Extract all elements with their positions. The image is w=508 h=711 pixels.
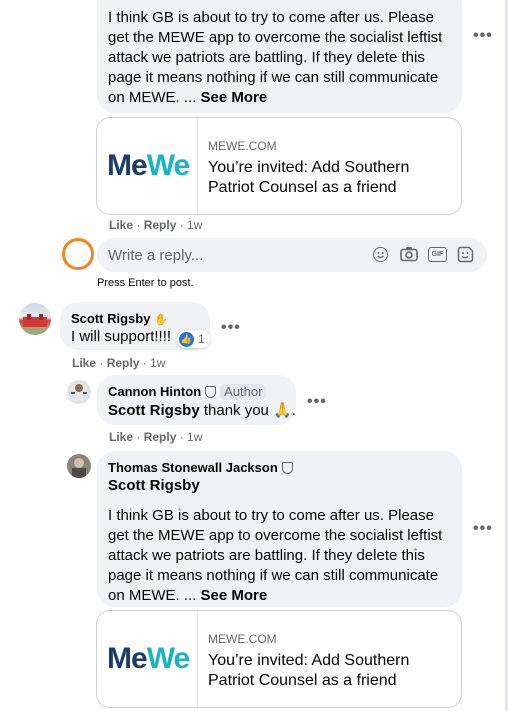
comment-text: Scott Rigsby thank you 🙏. bbox=[108, 401, 296, 421]
reply-avatar-placeholder bbox=[62, 238, 94, 270]
card-title: You’re invited: Add Southern Patriot Cou… bbox=[208, 158, 453, 198]
comment-line: I think GB is about to try to come after… bbox=[108, 507, 434, 524]
mention-link[interactable]: Scott Rigsby bbox=[108, 476, 458, 496]
comment-actions: Like · Reply · 1w bbox=[109, 218, 203, 232]
card-title: You’re invited: Add Southern Patriot Cou… bbox=[208, 651, 453, 691]
comment-text: Scott Rigsby I think GB is about to try … bbox=[108, 476, 458, 606]
comment-line: page it means nothing if we can still co… bbox=[108, 69, 439, 86]
comment-text: I think GB is about to try to come after… bbox=[108, 8, 458, 108]
see-more-link[interactable]: See More bbox=[201, 587, 268, 604]
comment-line: page it means nothing if we can still co… bbox=[108, 567, 439, 584]
gif-icon[interactable]: GIF bbox=[428, 247, 447, 262]
more-options-icon[interactable]: ••• bbox=[473, 520, 493, 538]
like-link[interactable]: Like bbox=[109, 430, 133, 444]
sticker-icon[interactable] bbox=[457, 246, 474, 268]
like-link[interactable]: Like bbox=[72, 356, 96, 370]
like-reaction-icon: 👍 bbox=[179, 331, 194, 347]
timestamp: 1w bbox=[187, 218, 203, 232]
mewe-logo: MeWe bbox=[107, 149, 190, 182]
comment-line: on MEWE. ... bbox=[108, 587, 201, 604]
comment-author: Thomas Stonewall Jackson bbox=[108, 460, 293, 476]
author-badge: Author bbox=[220, 384, 267, 400]
author-name[interactable]: Scott Rigsby bbox=[71, 311, 150, 326]
more-options-icon[interactable]: ••• bbox=[307, 393, 327, 411]
wave-icon: ✋ bbox=[154, 314, 168, 326]
author-name[interactable]: Thomas Stonewall Jackson bbox=[108, 460, 278, 476]
like-link[interactable]: Like bbox=[109, 218, 133, 232]
card-domain: MEWE.COM bbox=[208, 632, 277, 646]
card-divider bbox=[197, 118, 198, 214]
card-divider bbox=[197, 611, 198, 707]
reply-link[interactable]: Reply bbox=[144, 430, 177, 444]
reaction-count: 1 bbox=[198, 332, 205, 346]
mention-link[interactable]: Scott Rigsby bbox=[108, 402, 200, 419]
link-preview-card[interactable]: MeWe MEWE.COM You’re invited: Add Southe… bbox=[96, 117, 462, 215]
comment-body: thank you 🙏. bbox=[199, 402, 296, 419]
card-title-line: Patriot Counsel as a friend bbox=[208, 672, 397, 689]
see-more-link[interactable]: See More bbox=[201, 89, 268, 106]
comment-actions: Like · Reply · 1w bbox=[109, 430, 203, 444]
comment-author: Cannon Hinton Author bbox=[108, 384, 267, 400]
comment-line: get the MEWE app to overcome the sociali… bbox=[108, 527, 443, 544]
comment-bubble: Thomas Stonewall Jackson Scott Rigsby I … bbox=[97, 451, 462, 607]
shield-icon bbox=[205, 386, 217, 398]
comment-line: I think GB is about to try to come after… bbox=[108, 9, 434, 26]
mewe-logo: MeWe bbox=[107, 642, 190, 675]
avatar[interactable] bbox=[67, 454, 91, 478]
comment-bubble: I think GB is about to try to come after… bbox=[97, 0, 462, 113]
avatar[interactable] bbox=[67, 380, 91, 404]
press-enter-hint: Press Enter to post. bbox=[97, 277, 194, 289]
comment-line: on MEWE. ... bbox=[108, 89, 201, 106]
card-title-line: You’re invited: Add Southern bbox=[208, 159, 410, 176]
comment-author[interactable]: Scott Rigsby ✋ bbox=[71, 311, 168, 328]
avatar[interactable] bbox=[19, 303, 51, 335]
card-domain: MEWE.COM bbox=[208, 139, 277, 153]
timestamp: 1w bbox=[187, 430, 203, 444]
reply-link[interactable]: Reply bbox=[144, 218, 177, 232]
comment-line: attack we patriots are battling. If they… bbox=[108, 49, 425, 66]
more-options-icon[interactable]: ••• bbox=[221, 319, 241, 337]
camera-icon[interactable] bbox=[400, 246, 418, 267]
card-title-line: Patriot Counsel as a friend bbox=[208, 179, 397, 196]
emoji-icon[interactable] bbox=[373, 247, 388, 262]
link-preview-card[interactable]: MeWe MEWE.COM You’re invited: Add Southe… bbox=[96, 610, 462, 708]
comment-line: get the MEWE app to overcome the sociali… bbox=[108, 29, 443, 46]
comment-text: I will support!!!! bbox=[71, 328, 172, 345]
author-name[interactable]: Cannon Hinton bbox=[108, 384, 201, 400]
reply-input-box[interactable]: Write a reply... GIF bbox=[97, 238, 487, 272]
reaction-badge[interactable]: 👍 1 bbox=[177, 330, 210, 348]
shield-icon bbox=[281, 462, 293, 474]
reply-input[interactable]: Write a reply... bbox=[108, 247, 203, 264]
comment-line: attack we patriots are battling. If they… bbox=[108, 547, 425, 564]
more-options-icon[interactable]: ••• bbox=[473, 27, 493, 45]
timestamp: 1w bbox=[150, 356, 166, 370]
comment-actions: Like · Reply · 1w bbox=[72, 356, 166, 370]
card-title-line: You’re invited: Add Southern bbox=[208, 652, 410, 669]
comment-bubble: Cannon Hinton Author Scott Rigsby thank … bbox=[97, 375, 296, 425]
reply-link[interactable]: Reply bbox=[107, 356, 140, 370]
